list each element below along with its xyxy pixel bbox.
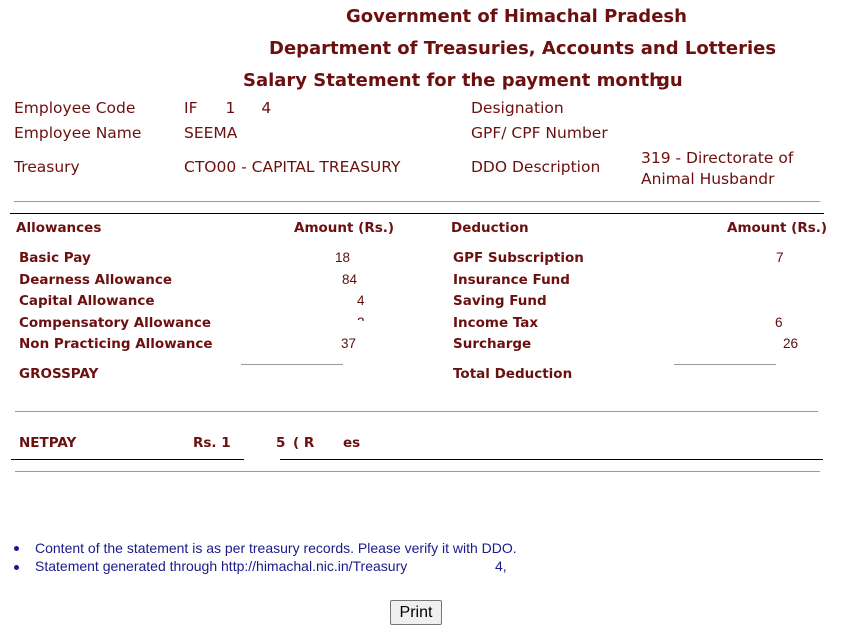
employee-code-part: IF: [184, 99, 198, 117]
allowance-amount: 37: [341, 336, 357, 351]
deduction-amount: 6: [775, 315, 783, 330]
allowance-amount: 84: [342, 272, 358, 287]
gpf-number-label: GPF/ CPF Number: [471, 124, 608, 142]
netpay-words-suffix: es: [343, 435, 361, 451]
divider: [15, 471, 820, 472]
bullet-icon: [14, 565, 19, 570]
designation-label: Designation: [471, 99, 564, 117]
grosspay-underline: [241, 364, 343, 365]
treasury-label: Treasury: [14, 158, 80, 176]
total-deduction-label: Total Deduction: [453, 366, 573, 382]
deduction-label: GPF Subscription: [453, 250, 584, 266]
ddo-description-label: DDO Description: [471, 158, 601, 176]
deduction-label: Income Tax: [453, 315, 539, 331]
employee-code-value: IF 1 4: [184, 99, 271, 117]
total-deduction-underline: [674, 364, 776, 365]
deduction-label: Surcharge: [453, 336, 532, 352]
divider: [15, 411, 818, 412]
deduction-amount: 26: [783, 336, 799, 351]
print-button[interactable]: Print: [390, 600, 442, 625]
ddo-description-line: Animal Husbandr: [641, 170, 775, 188]
note-item: Content of the statement is as per treas…: [35, 540, 517, 556]
divider: [14, 201, 820, 202]
allowances-header: Allowances: [16, 220, 102, 236]
payment-month-fragment: gu: [657, 70, 683, 91]
ddo-description-value: 319 - Directorate of Animal Husbandr: [641, 148, 793, 190]
deduction-label: Insurance Fund: [453, 272, 570, 288]
allowance-label: Capital Allowance: [19, 293, 155, 309]
ddo-description-line: 319 - Directorate of: [641, 149, 794, 167]
deduction-header: Deduction: [451, 220, 529, 236]
note-trailing-fragment: 4,: [495, 558, 507, 574]
netpay-amount-suffix: 5: [276, 435, 286, 451]
netpay-words-underline: [280, 459, 823, 460]
allowance-amount: 18: [335, 250, 351, 265]
allowance-label: Compensatory Allowance: [19, 315, 212, 331]
employee-name-value: SEEMA: [184, 124, 238, 142]
bullet-icon: [14, 546, 19, 551]
allowance-label: Basic Pay: [19, 250, 91, 266]
employee-code-part: 4: [261, 99, 272, 117]
netpay-underline: [11, 459, 244, 460]
allowance-amount: 2: [357, 315, 365, 321]
treasury-value: CTO00 - CAPITAL TREASURY: [184, 158, 401, 176]
govt-title: Government of Himachal Pradesh: [346, 6, 687, 27]
netpay-amount-prefix: Rs. 1: [193, 435, 231, 451]
deduction-label: Saving Fund: [453, 293, 547, 309]
netpay-words-prefix: ( R: [293, 435, 315, 451]
employee-name-label: Employee Name: [14, 124, 142, 142]
deduction-amount: 7: [776, 250, 784, 265]
divider: [10, 213, 824, 214]
statement-title: Salary Statement for the payment month: [243, 70, 662, 91]
allowances-amount-header: Amount (Rs.): [294, 220, 395, 236]
employee-code-label: Employee Code: [14, 99, 136, 117]
allowance-amount: 4: [357, 293, 365, 308]
deduction-amount-header: Amount (Rs.): [727, 220, 828, 236]
allowance-label: Dearness Allowance: [19, 272, 172, 288]
employee-code-part: 1: [225, 99, 236, 117]
department-title: Department of Treasuries, Accounts and L…: [269, 38, 777, 59]
note-item: Statement generated through http://himac…: [35, 558, 408, 574]
grosspay-label: GROSSPAY: [19, 366, 99, 382]
allowance-label: Non Practicing Allowance: [19, 336, 213, 352]
netpay-label: NETPAY: [19, 435, 77, 451]
